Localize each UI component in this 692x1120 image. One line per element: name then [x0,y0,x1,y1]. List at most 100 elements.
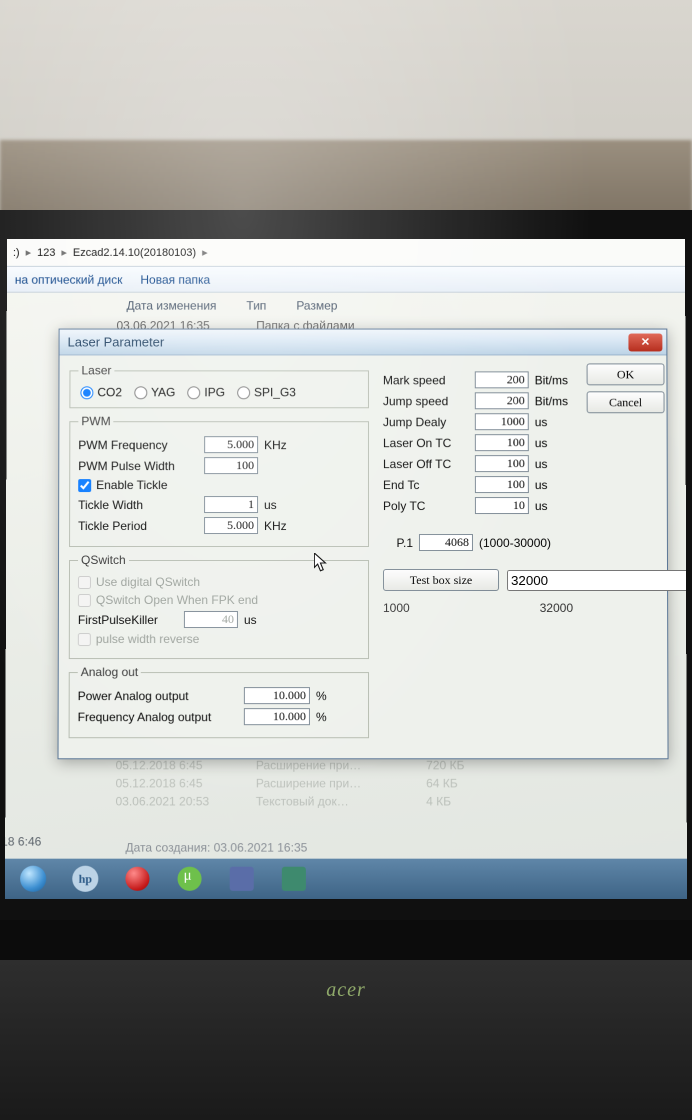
close-button[interactable]: ✕ [628,333,662,351]
taskbar-app[interactable]: hp [63,863,107,895]
laptop-base [0,920,692,1120]
qswitch-legend: QSwitch [78,553,129,567]
end-tc-input[interactable] [475,476,529,493]
col-size[interactable]: Размер [296,293,367,317]
pwm-pw-label: PWM Pulse Width [78,459,198,473]
end-tc-unit: us [535,478,573,492]
power-analog-label: Power Analog output [78,689,238,703]
p1-input[interactable] [419,534,473,551]
status-created: Дата создания: 03.06.2021 16:35 [115,841,307,855]
breadcrumb-seg[interactable]: 123 [37,246,55,258]
cancel-button[interactable]: Cancel [587,391,665,413]
laptop-brand: acer [0,980,692,1000]
laser-off-unit: us [535,457,573,471]
pulse-width-reverse-label: pulse width reverse [96,632,199,646]
tickle-width-input[interactable] [204,496,258,513]
laser-group: Laser CO2 YAG IPG SPI_G3 [69,363,369,408]
p1-label: P.1 [383,536,413,550]
jump-delay-label: Jump Dealy [383,415,469,429]
new-folder-button[interactable]: Новая папка [140,272,210,286]
laser-off-input[interactable] [475,455,529,472]
laser-on-label: Laser On TC [383,436,469,450]
app-icon [230,867,254,891]
analog-legend: Analog out [78,665,141,679]
freq-analog-input[interactable] [244,708,310,725]
ok-button[interactable]: OK [587,363,665,385]
pwm-legend: PWM [78,414,113,428]
pwm-freq-input[interactable] [204,436,258,453]
power-analog-input[interactable] [244,687,310,704]
hp-icon: hp [72,866,98,892]
enable-tickle-label: Enable Tickle [96,478,167,492]
column-headers[interactable]: Дата изменения Тип Размер [7,293,686,317]
taskbar-app[interactable] [272,863,316,895]
jump-speed-unit: Bit/ms [535,394,573,408]
end-tc-label: End Tc [383,478,469,492]
col-type[interactable]: Тип [246,293,296,317]
list-item[interactable]: 05.12.2018 6:45Расширение при…64 КБ [5,774,686,792]
taskbar-app[interactable] [115,863,159,895]
taskbar: hp [5,859,687,899]
fpk-unit: us [244,613,282,627]
laser-on-input[interactable] [475,434,529,451]
poly-tc-label: Poly TC [383,499,469,513]
tickle-period-input[interactable] [204,517,258,534]
scale-high: 32000 [540,601,573,615]
mark-speed-label: Mark speed [383,373,469,387]
mark-speed-input[interactable] [475,371,529,388]
test-box-size-button[interactable]: Test box size [383,569,499,591]
pwm-group: PWM PWM Frequency KHz PWM Pulse Width En… [69,414,369,547]
jump-delay-unit: us [535,415,573,429]
power-analog-unit: % [316,689,354,703]
utorrent-icon [178,867,202,891]
jump-speed-label: Jump speed [383,394,469,408]
radio-ipg[interactable]: IPG [187,385,225,399]
jump-delay-input[interactable] [475,413,529,430]
app-icon [282,867,306,891]
start-button[interactable] [11,863,55,895]
tickle-period-unit: KHz [264,519,302,533]
p1-range: (1000-30000) [479,536,551,550]
analog-group: Analog out Power Analog output % Frequen… [69,665,369,738]
radio-co2-input[interactable] [80,386,93,399]
use-digital-qswitch-label: Use digital QSwitch [96,575,200,589]
pwm-pw-input[interactable] [204,457,258,474]
laser-off-label: Laser Off TC [383,457,469,471]
enable-tickle-checkbox[interactable] [78,479,91,492]
dialog-titlebar[interactable]: Laser Parameter ✕ [60,330,667,356]
pwm-freq-label: PWM Frequency [78,438,198,452]
windows-orb-icon [20,866,46,892]
jump-speed-input[interactable] [475,392,529,409]
radio-ipg-input[interactable] [187,386,200,399]
radio-spi[interactable]: SPI_G3 [237,385,296,399]
explorer-toolbar: на оптический диск Новая папка [7,267,685,293]
laser-legend: Laser [78,363,114,377]
screen: :) 123 Ezcad2.14.10(20180103) на оптичес… [5,239,687,899]
pulse-width-reverse-checkbox [78,633,91,646]
radio-spi-input[interactable] [237,386,250,399]
taskbar-app[interactable] [167,863,211,895]
freq-analog-unit: % [316,710,354,724]
laser-on-unit: us [535,436,573,450]
breadcrumb-seg[interactable]: :) [13,246,20,258]
radio-co2[interactable]: CO2 [80,385,122,399]
dialog-title: Laser Parameter [68,335,165,350]
radio-yag-input[interactable] [134,386,147,399]
burn-disc-button[interactable]: на оптический диск [15,272,123,286]
breadcrumb-seg[interactable]: Ezcad2.14.10(20180103) [73,246,196,258]
list-item[interactable]: 03.06.2021 20:53Текстовый док…4 КБ [5,792,686,810]
radio-yag[interactable]: YAG [134,385,175,399]
tickle-period-label: Tickle Period [78,519,198,533]
breadcrumb[interactable]: :) 123 Ezcad2.14.10(20180103) [5,239,685,267]
qswitch-group: QSwitch Use digital QSwitch QSwitch Open… [69,553,369,659]
taskbar-app[interactable] [220,863,264,895]
fpk-label: FirstPulseKiller [78,613,178,627]
pwm-freq-unit: KHz [264,438,302,452]
col-date[interactable]: Дата изменения [126,293,246,317]
status-time: 18 6:46 [5,835,41,849]
fpk-input [184,611,238,628]
poly-tc-input[interactable] [475,497,529,514]
close-icon: ✕ [641,336,650,349]
qswitch-open-label: QSwitch Open When FPK end [96,593,258,607]
freq-analog-label: Frequency Analog output [78,710,238,724]
